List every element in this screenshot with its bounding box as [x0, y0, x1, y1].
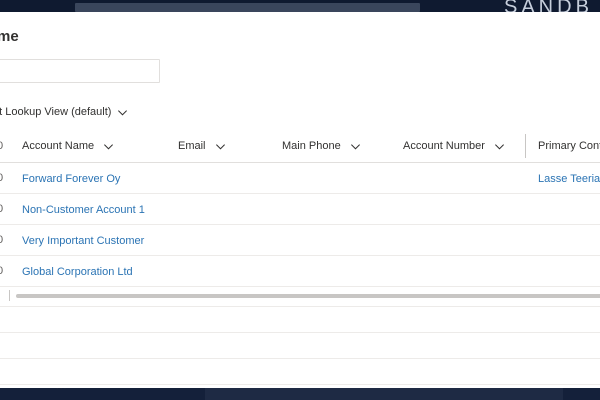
empty-row — [0, 333, 600, 359]
dialog-title: me — [0, 28, 19, 45]
column-header-label: Main Phone — [282, 140, 341, 152]
chevron-down-icon — [350, 143, 360, 150]
account-name-link[interactable]: Very Important Customer — [22, 225, 144, 256]
chevron-down-icon — [215, 143, 225, 150]
column-header-email[interactable]: Email — [178, 129, 226, 163]
records-grid: 0 Account Name Email Main Phone Account … — [0, 129, 600, 385]
scrollbar-thumb[interactable] — [16, 294, 600, 298]
primary-contact-link[interactable]: Lasse Teeriahc — [538, 163, 600, 194]
header-select-marker[interactable]: 0 — [0, 140, 3, 152]
column-header-label: Email — [178, 140, 206, 152]
row-select-marker[interactable]: 0 — [0, 172, 3, 184]
table-row[interactable]: 0 Very Important Customer — [0, 225, 600, 256]
table-row[interactable]: 0 Global Corporation Ltd — [0, 256, 600, 287]
app-search-bar[interactable] — [75, 3, 420, 12]
scrollbar-edge — [9, 290, 10, 301]
column-resize-handle[interactable] — [525, 134, 526, 158]
empty-row — [0, 307, 600, 333]
column-header-primary-contact[interactable]: Primary Cont — [538, 129, 600, 163]
column-header-account-number[interactable]: Account Number — [403, 129, 505, 163]
column-header-account-name[interactable]: Account Name — [22, 129, 114, 163]
row-select-marker[interactable]: 0 — [0, 203, 3, 215]
chevron-down-icon — [118, 109, 128, 116]
app-bottom-panel — [205, 388, 563, 400]
account-name-link[interactable]: Global Corporation Ltd — [22, 256, 133, 287]
account-name-link[interactable]: Forward Forever Oy — [22, 163, 120, 194]
column-header-label: Account Number — [403, 140, 485, 152]
lookup-dialog: me nt Lookup View (default) 0 Account Na… — [0, 12, 600, 388]
chevron-down-icon — [494, 143, 504, 150]
account-name-link[interactable]: Non-Customer Account 1 — [22, 194, 145, 225]
empty-row — [0, 359, 600, 385]
row-select-marker[interactable]: 0 — [0, 234, 3, 246]
table-row[interactable]: 0 Non-Customer Account 1 — [0, 194, 600, 225]
horizontal-scrollbar[interactable] — [0, 287, 600, 307]
chevron-down-icon — [104, 143, 114, 150]
view-selector-label: nt Lookup View (default) — [0, 106, 112, 118]
column-header-label: Account Name — [22, 140, 95, 152]
row-select-marker[interactable]: 0 — [0, 265, 3, 277]
search-input[interactable] — [0, 59, 160, 83]
column-header-main-phone[interactable]: Main Phone — [282, 129, 361, 163]
table-row[interactable]: 0 Forward Forever Oy Lasse Teeriahc — [0, 163, 600, 194]
column-header-label: Primary Cont — [538, 140, 600, 152]
view-selector[interactable]: nt Lookup View (default) — [0, 106, 128, 118]
grid-header: 0 Account Name Email Main Phone Account … — [0, 129, 600, 163]
